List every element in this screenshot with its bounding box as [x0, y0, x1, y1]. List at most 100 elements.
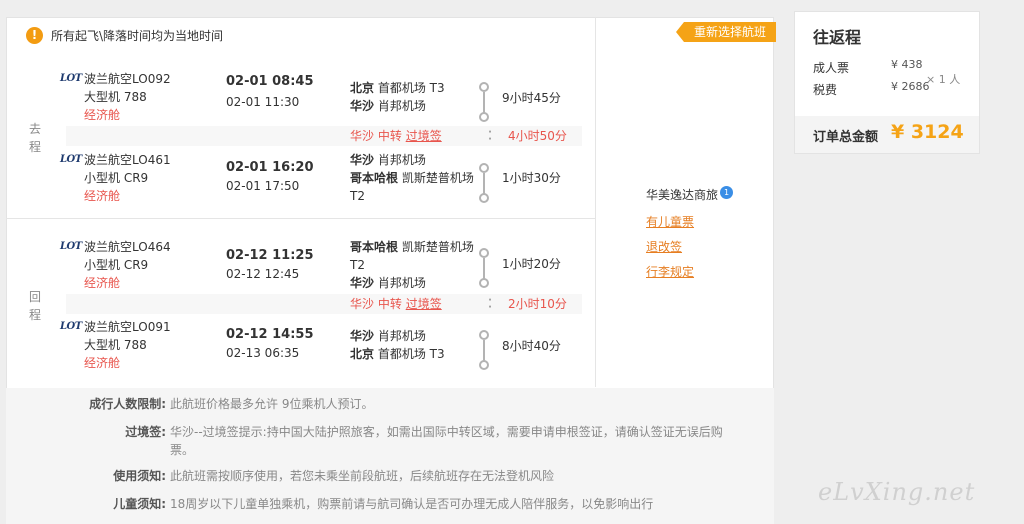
note-children: 儿童须知: 18周岁以下儿童单独乘机，购票前请与航司确认是否可办理无成人陪伴服务…: [113, 495, 730, 513]
return-label: 回程: [28, 288, 42, 324]
flight-segment-2: LOT 波兰航空LO461 小型机 CR9 经济舱 02-01 16:20 02…: [60, 151, 580, 211]
reselect-flight-button[interactable]: 重新选择航班: [676, 22, 776, 42]
departure-city: 华沙: [350, 329, 375, 343]
flight-segment-3: LOT 波兰航空LO464 小型机 CR9 经济舱 02-12 11:25 02…: [60, 238, 580, 298]
arrival-airport-name: 肖邦机场: [377, 276, 426, 290]
arrival-time: 02-13 06:35: [226, 346, 300, 360]
aircraft-type: 大型机 788: [84, 338, 147, 352]
departure-airport: 华沙 肖邦机场: [350, 327, 474, 345]
arrival-airport: 华沙 肖邦机场: [350, 274, 474, 292]
arrival-airport: 哥本哈根 凯斯楚普机场 T2: [350, 169, 474, 205]
warning-icon: !: [26, 26, 43, 44]
route-icon: [478, 248, 490, 290]
arrival-city: 哥本哈根: [350, 171, 399, 185]
departure-airport-name: 肖邦机场: [377, 153, 426, 167]
route-icon: [478, 82, 490, 124]
departure-airport-name: 首都机场 T3: [377, 81, 445, 95]
transfer-duration: 2小时10分: [508, 297, 567, 311]
time-notice-text: 所有起飞\降落时间均为当地时间: [51, 28, 224, 43]
tax-label: 税费: [813, 83, 838, 97]
flight-duration: 8小时40分: [502, 339, 561, 353]
passenger-multiplier: × 1 人: [926, 73, 961, 86]
transfer-dots-icon: · ·: [488, 127, 492, 145]
total-label: 订单总金额: [813, 130, 879, 145]
transfer-info: 华沙 中转 过境签: [350, 294, 442, 314]
departure-time: 02-12 14:55: [226, 327, 314, 342]
note-label: 成行人数限制:: [89, 397, 166, 411]
arrival-airport: 北京 首都机场 T3: [350, 345, 474, 363]
group-divider: [6, 218, 596, 219]
route-icon: [478, 163, 490, 205]
price-summary: 往返程 成人票 ¥ 438 × 1 人 税费 ¥ 2686 订单总金额 ¥ 31…: [794, 11, 980, 154]
flight-segment-1: LOT 波兰航空LO092 大型机 788 经济舱 02-01 08:45 02…: [60, 70, 580, 130]
column-divider: [595, 17, 596, 387]
departure-time: 02-01 08:45: [226, 74, 314, 89]
note-text: 此航班价格最多允许 9位乘机人预订。: [170, 397, 374, 411]
arrival-time: 02-01 11:30: [226, 95, 300, 109]
agent-name-text[interactable]: 华美逸达商旅: [646, 188, 718, 202]
departure-city: 华沙: [350, 153, 375, 167]
lot-logo: LOT: [60, 73, 82, 84]
transfer-row-1: 华沙 中转 过境签 · · 4小时50分: [66, 126, 582, 146]
departure-time: 02-12 11:25: [226, 248, 314, 263]
transit-visa-link[interactable]: 过境签: [406, 129, 442, 143]
flight-duration: 1小时20分: [502, 257, 561, 271]
aircraft-type: 小型机 CR9: [84, 171, 149, 185]
outbound-label-2: 程: [28, 140, 41, 154]
arrival-city: 北京: [350, 347, 375, 361]
departure-city: 哥本哈根: [350, 240, 399, 254]
arrival-city: 华沙: [350, 99, 375, 113]
agent-name[interactable]: 华美逸达商旅 1: [646, 186, 734, 203]
outbound-label-1: 去: [28, 122, 41, 136]
cabin-class: 经济舱: [84, 356, 121, 370]
info-icon[interactable]: 1: [720, 186, 734, 199]
adult-ticket-price: ¥ 438: [891, 58, 923, 71]
cabin-class: 经济舱: [84, 276, 121, 290]
note-text: 18周岁以下儿童单独乘机，购票前请与航司确认是否可办理无成人陪伴服务，以免影响出…: [170, 497, 654, 511]
departure-airport: 华沙 肖邦机场: [350, 151, 474, 169]
transfer-dots-icon: · ·: [488, 295, 492, 313]
arrival-airport-name: 首都机场 T3: [377, 347, 445, 361]
lot-logo: LOT: [60, 321, 82, 332]
baggage-rules-link[interactable]: 行李规定: [646, 263, 694, 280]
transfer-duration: 4小时50分: [508, 129, 567, 143]
transfer-row-2: 华沙 中转 过境签 · · 2小时10分: [66, 294, 582, 314]
airline-flight: 波兰航空LO464: [84, 240, 171, 254]
note-text: 华沙--过境签提示:持中国大陆护照旅客，如需出国际中转区域，需要申请申根签证，请…: [170, 425, 723, 457]
airline-flight: 波兰航空LO461: [84, 153, 171, 167]
site-watermark: eLvXing.net: [818, 478, 976, 506]
flight-duration: 1小时30分: [502, 171, 561, 185]
total-amount: ¥ 3124: [891, 121, 964, 143]
flight-duration: 9小时45分: [502, 91, 561, 105]
flight-segment-4: LOT 波兰航空LO091 大型机 788 经济舱 02-12 14:55 02…: [60, 318, 580, 378]
refund-change-link[interactable]: 退改签: [646, 238, 682, 255]
cabin-class: 经济舱: [84, 108, 121, 122]
trip-type-title: 往返程: [813, 28, 862, 47]
transit-visa-link[interactable]: 过境签: [406, 297, 442, 311]
lot-logo: LOT: [60, 154, 82, 165]
note-label: 过境签:: [125, 425, 166, 439]
aircraft-type: 大型机 788: [84, 90, 147, 104]
arrival-airport-name: 肖邦机场: [377, 99, 426, 113]
total-box: 订单总金额 ¥ 3124: [795, 116, 979, 153]
return-label-1: 回: [28, 290, 41, 304]
tax-price: ¥ 2686: [891, 80, 930, 93]
departure-time: 02-01 16:20: [226, 160, 314, 175]
note-label: 儿童须知:: [113, 497, 166, 511]
outbound-label: 去程: [28, 120, 42, 156]
transfer-city: 华沙: [350, 297, 375, 311]
lot-logo: LOT: [60, 241, 82, 252]
departure-airport: 哥本哈根 凯斯楚普机场 T2: [350, 238, 474, 274]
time-notice: ! 所有起飞\降落时间均为当地时间: [26, 26, 223, 44]
arrival-city: 华沙: [350, 276, 375, 290]
child-ticket-link[interactable]: 有儿童票: [646, 213, 694, 230]
adult-ticket-label: 成人票: [813, 61, 850, 75]
note-label: 使用须知:: [113, 469, 166, 483]
note-usage: 使用须知: 此航班需按顺序使用，若您未乘坐前段航班，后续航班存在无法登机风险: [113, 467, 730, 485]
departure-airport-name: 肖邦机场: [377, 329, 426, 343]
departure-airport: 北京 首都机场 T3: [350, 79, 474, 97]
airline-flight: 波兰航空LO092: [84, 72, 171, 86]
note-passenger-limit: 成行人数限制: 此航班价格最多允许 9位乘机人预订。: [89, 395, 730, 413]
cabin-class: 经济舱: [84, 189, 121, 203]
aircraft-type: 小型机 CR9: [84, 258, 149, 272]
